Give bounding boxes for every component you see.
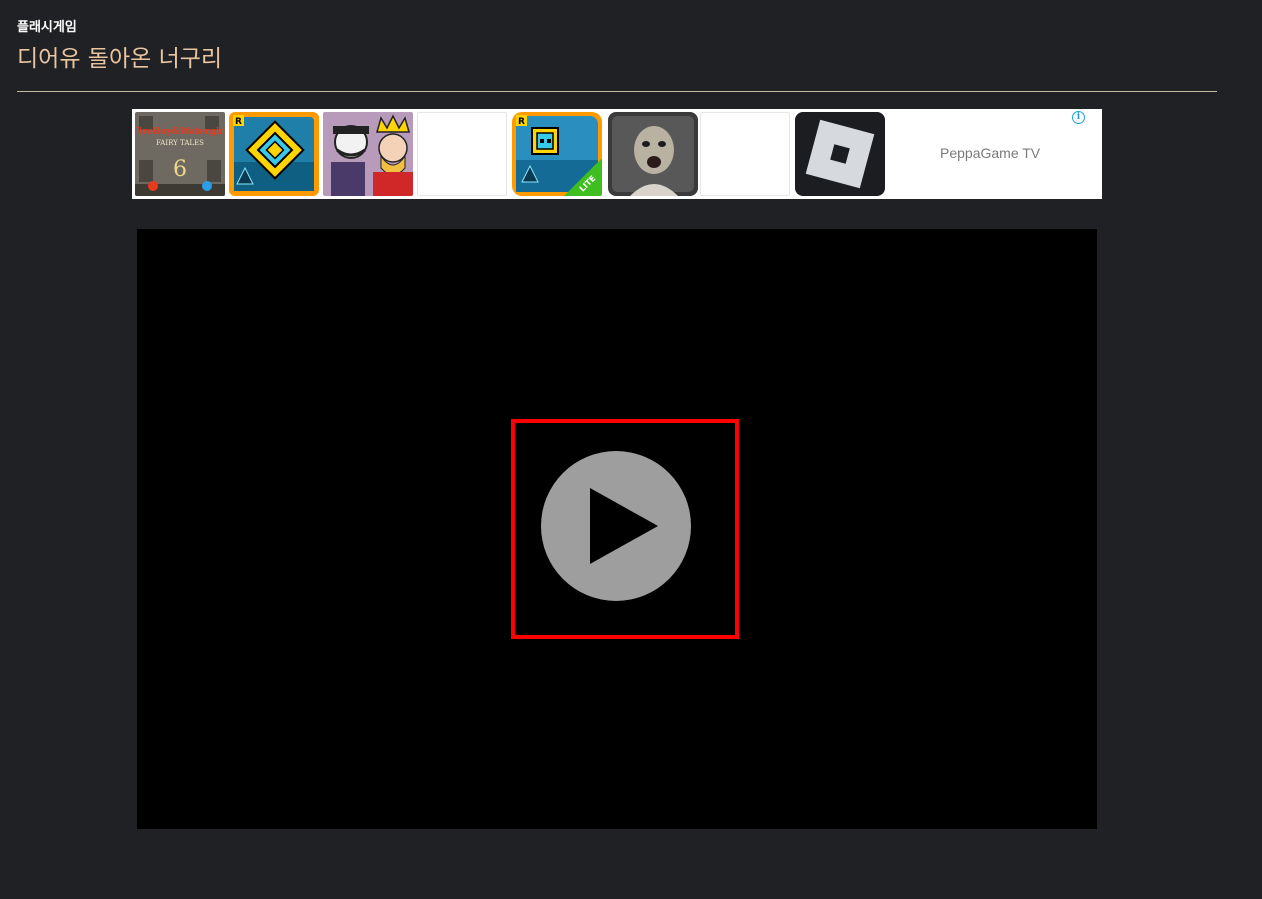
fireboy-watergirl-tile[interactable]: FireBoy&Watergirl FAIRY TALES 6 — [135, 112, 225, 196]
blank-tile[interactable] — [700, 112, 790, 196]
tile-badge-text: R — [518, 117, 525, 127]
page-title: 디어유 돌아온 너구리 — [17, 46, 223, 72]
granny-art — [608, 112, 698, 196]
category-label: 플래시게임 — [17, 20, 77, 35]
title-divider — [17, 91, 1217, 92]
fireboy-watergirl-art: FireBoy&Watergirl FAIRY TALES 6 — [135, 112, 225, 196]
geometry-dash-art: R — [229, 112, 319, 196]
ad-channel-label[interactable]: PeppaGame TV — [940, 145, 1040, 161]
game-frame[interactable] — [137, 229, 1097, 829]
ad-banner[interactable]: FireBoy&Watergirl FAIRY TALES 6 R LITE R… — [132, 109, 1102, 199]
cartoon-king-art — [323, 112, 413, 196]
geometry-dash-lite-art: LITE R — [512, 112, 602, 196]
tile-badge-text: R — [235, 117, 242, 127]
page: 플래시게임 디어유 돌아온 너구리 FireBoy&Watergirl FAIR… — [0, 0, 1262, 899]
granny-tile[interactable] — [608, 112, 698, 196]
roblox-art — [795, 112, 885, 196]
tile-subtitle-text: FAIRY TALES — [156, 139, 204, 147]
info-icon[interactable]: i — [1072, 111, 1085, 124]
tile-number-text: 6 — [173, 157, 187, 182]
play-icon[interactable] — [541, 451, 691, 601]
cartoon-king-tile[interactable] — [323, 112, 413, 196]
roblox-tile[interactable] — [795, 112, 885, 196]
blank-tile[interactable] — [417, 112, 507, 196]
geometry-dash-lite-tile[interactable]: LITE R — [512, 112, 602, 196]
geometry-dash-tile[interactable]: R — [229, 112, 319, 196]
play-button-highlight[interactable] — [511, 419, 739, 639]
tile-title-text: FireBoy&Watergirl — [135, 127, 225, 137]
